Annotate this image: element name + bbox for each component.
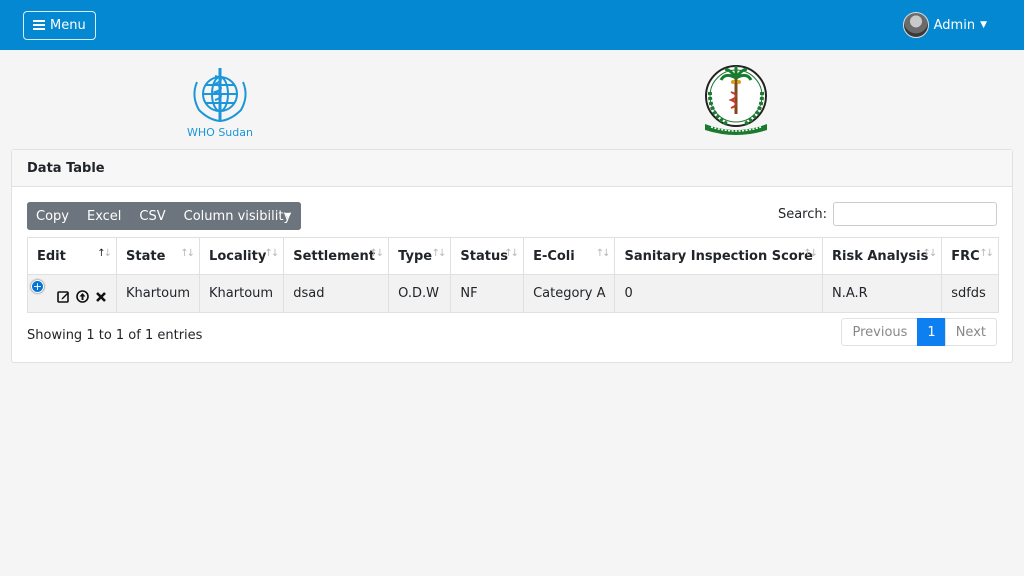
edit-cell: + (27, 274, 117, 313)
card-title: Data Table (12, 150, 1012, 187)
top-navbar: Menu Admin ▼ (0, 0, 1024, 50)
csv-button[interactable]: CSV (130, 202, 175, 230)
sort-icon: ↑↓ (922, 248, 937, 259)
cell-sanitary-inspection-score: 0 (614, 274, 823, 313)
column-header-risk-analysis[interactable]: Risk Analysis ↑↓ (821, 237, 943, 275)
sort-icon: ↑↓ (979, 248, 994, 259)
sort-icon: ↑↓ (180, 248, 195, 259)
sort-icon: ↑↓ (803, 248, 818, 259)
sort-icon: ↑↓ (369, 248, 384, 259)
column-header-status[interactable]: Status ↑↓ (450, 237, 525, 275)
table-info: Showing 1 to 1 of 1 entries (27, 328, 203, 343)
cell-state: Khartoum (115, 274, 201, 313)
data-table-card: Data Table Copy Excel CSV Column visibil… (11, 149, 1013, 363)
user-name: Admin (933, 17, 976, 33)
ministry-logo (695, 62, 779, 142)
column-header-settlement[interactable]: Settlement ↑↓ (283, 237, 390, 275)
cell-e-coli: Category A (523, 274, 616, 313)
edit-icon[interactable] (57, 290, 70, 303)
who-logo: WHO Sudan (183, 64, 257, 139)
cell-settlement: dsad (283, 274, 390, 313)
export-buttons: Copy Excel CSV Column visibility ▼ (27, 202, 302, 230)
upload-circle-icon[interactable] (76, 290, 89, 303)
column-visibility-button[interactable]: Column visibility ▼ (174, 202, 302, 230)
copy-button[interactable]: Copy (27, 202, 78, 230)
logos-area: WHO Sudan (0, 50, 1024, 150)
expand-row-icon[interactable]: + (31, 280, 44, 293)
column-header-sanitary-inspection-score[interactable]: Sanitary Inspection Score ↑↓ (614, 237, 823, 275)
sort-icon: ↑↓ (264, 248, 279, 259)
caret-down-icon: ▼ (285, 211, 292, 220)
hamburger-icon (33, 20, 45, 30)
table-row: + Khartoum Khartoum dsad O.D.W NF Catego… (27, 274, 999, 313)
search-label: Search: (777, 206, 827, 222)
menu-button-label: Menu (50, 17, 86, 33)
previous-page-button[interactable]: Previous (841, 318, 919, 346)
caret-down-icon: ▼ (980, 20, 987, 30)
data-table: Edit ↑↓ State ↑↓ Locality ↑↓ Settlement ↑↓ T… (27, 237, 999, 313)
who-emblem-icon (193, 68, 247, 123)
delete-icon[interactable] (95, 291, 107, 303)
sort-icon: ↑↓ (595, 248, 611, 259)
menu-button[interactable]: Menu (23, 10, 96, 40)
page-1-button[interactable]: 1 (917, 318, 946, 346)
next-page-button[interactable]: Next (944, 318, 997, 346)
who-logo-text: WHO Sudan (187, 126, 253, 139)
cell-status: NF (450, 274, 525, 313)
user-menu[interactable]: Admin ▼ (902, 12, 987, 38)
search-input[interactable] (833, 202, 997, 226)
avatar (902, 12, 929, 38)
sort-icon: ↑↓ (97, 248, 112, 259)
cell-frc: sdfds (941, 274, 999, 313)
ministry-emblem-icon (705, 65, 767, 135)
sort-icon: ↑↓ (504, 248, 519, 259)
sort-icon: ↑↓ (431, 248, 447, 259)
cell-locality: Khartoum (199, 274, 285, 313)
cell-risk-analysis: N.A.R (821, 274, 943, 313)
column-header-state[interactable]: State ↑↓ (115, 237, 201, 275)
column-header-locality[interactable]: Locality ↑↓ (199, 237, 285, 275)
column-header-e-coli[interactable]: E-Coli ↑↓ (523, 237, 616, 275)
column-header-edit[interactable]: Edit ↑↓ (27, 237, 117, 275)
pagination: Previous 1 Next (841, 318, 997, 346)
column-header-frc[interactable]: FRC ↑↓ (941, 237, 999, 275)
excel-button[interactable]: Excel (77, 202, 131, 230)
column-header-type[interactable]: Type ↑↓ (388, 237, 452, 275)
column-visibility-label: Column visibility (183, 208, 292, 224)
search-area: Search: (778, 202, 997, 226)
cell-type: O.D.W (388, 274, 452, 313)
